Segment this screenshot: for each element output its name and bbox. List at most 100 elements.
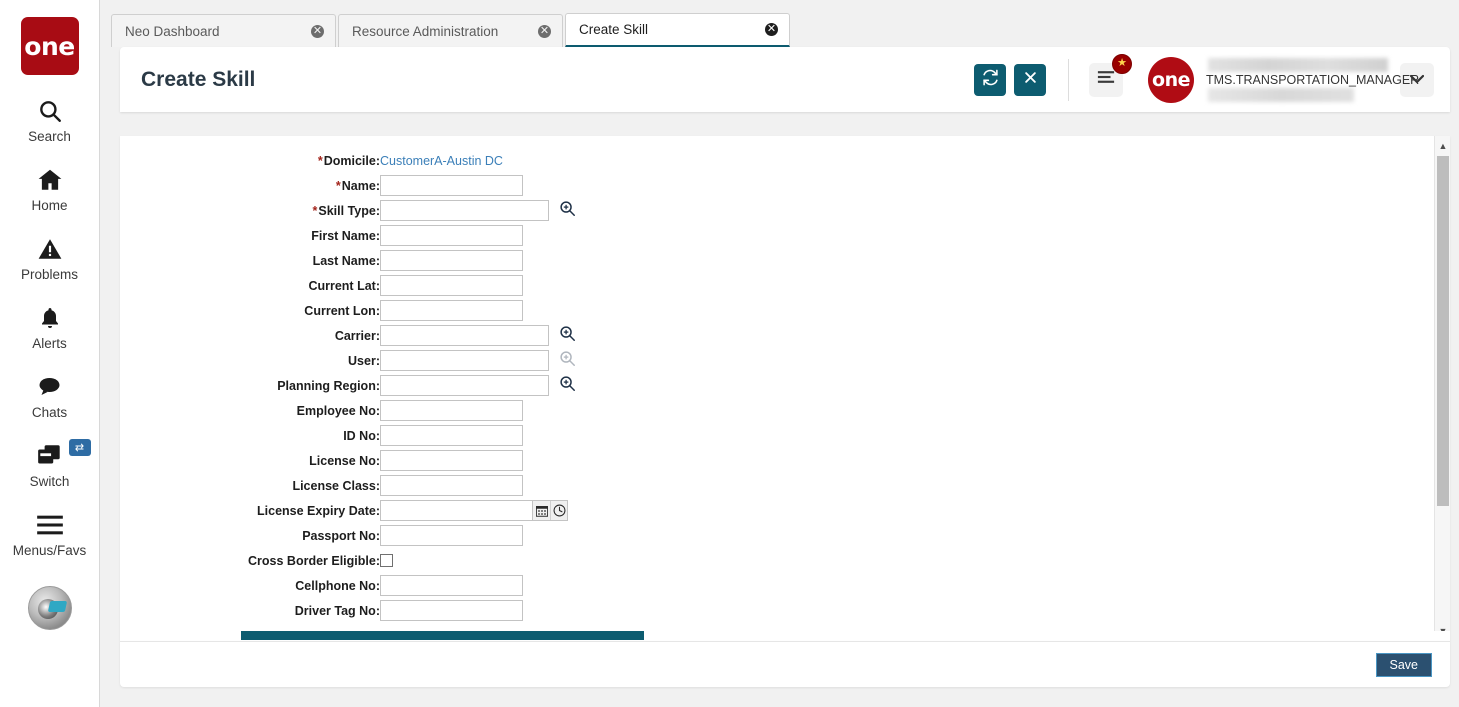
planning-region-input[interactable] (380, 375, 549, 397)
current-lat-input[interactable] (380, 275, 523, 296)
field-row-passport-no: Passport No: (120, 523, 577, 548)
magnifier-plus-icon[interactable] (559, 375, 577, 397)
field-label-cellphone-no: Cellphone No: (295, 578, 380, 593)
tab-create-skill[interactable]: Create Skill ✕ (565, 13, 790, 47)
calendar-icon[interactable] (533, 501, 550, 520)
field-row-employee-no: Employee No: (120, 398, 577, 423)
field-row-last-name: Last Name: (120, 248, 577, 273)
sidebar-item-chats[interactable]: Chats (0, 372, 100, 420)
magnifier-plus-icon[interactable] (559, 200, 577, 222)
label-text: Last Name (312, 253, 376, 268)
cross-border-eligible-checkbox[interactable] (380, 553, 393, 567)
hamburger-menu-icon (1097, 70, 1115, 89)
field-label-driver-tag-no: Driver Tag No: (294, 603, 380, 618)
tab-close-icon[interactable]: ✕ (311, 24, 324, 38)
form-scroll-area: *Domicile: CustomerA-Austin DC *Name: *S… (120, 136, 1420, 641)
page-header: Create Skill ★ one TMS.TRANSPORTATION_MA… (120, 47, 1450, 112)
label-text: License Class (292, 478, 376, 493)
employee-no-input[interactable] (380, 400, 523, 421)
field-row-id-no: ID No: (120, 423, 577, 448)
required-marker: * (317, 153, 323, 168)
tab-neo-dashboard[interactable]: Neo Dashboard ✕ (111, 14, 336, 47)
skill-type-input[interactable] (380, 200, 549, 222)
sidebar-item-switch[interactable]: ⇄ Switch (0, 439, 100, 489)
first-name-input[interactable] (380, 225, 523, 246)
sidebar-item-home[interactable]: Home (0, 165, 100, 213)
license-no-input[interactable] (380, 450, 523, 471)
carrier-input[interactable] (380, 325, 549, 347)
windows-switch-icon (36, 441, 64, 471)
field-row-skill-type: *Skill Type: (120, 198, 577, 223)
search-icon (37, 96, 63, 126)
field-row-license-expiry-date: License Expiry Date: (120, 498, 577, 523)
field-row-name: *Name: (120, 173, 577, 198)
user-info[interactable]: TMS.TRANSPORTATION_MANAGER (1206, 57, 1419, 103)
field-label-first-name: First Name: (311, 228, 380, 243)
menus-favorites-button[interactable]: ★ (1089, 53, 1132, 97)
switch-badge[interactable]: ⇄ (68, 439, 91, 456)
sidebar-item-alerts[interactable]: Alerts (0, 303, 100, 351)
sidebar-item-label: Chats (31, 405, 68, 420)
label-text: License No (309, 453, 376, 468)
tab-resource-administration[interactable]: Resource Administration ✕ (338, 14, 563, 47)
vertical-scrollbar-thumb[interactable] (1437, 156, 1449, 506)
save-button[interactable]: Save (1375, 652, 1432, 677)
label-text: Passport No (302, 528, 376, 543)
label-text: Cellphone No (295, 578, 376, 593)
horizontal-scrollbar[interactable] (120, 631, 1450, 641)
close-icon (1023, 70, 1038, 90)
domicile-link[interactable]: CustomerA-Austin DC (380, 154, 503, 168)
tab-label: Neo Dashboard (125, 23, 220, 39)
sidebar-item-search[interactable]: Search (0, 96, 100, 144)
create-skill-form: *Domicile: CustomerA-Austin DC *Name: *S… (120, 148, 577, 623)
sidebar-item-menus-favs[interactable]: Menus/Favs (0, 510, 100, 558)
brand-logo[interactable]: one (20, 17, 79, 75)
sidebar-item-problems[interactable]: Problems (0, 234, 100, 282)
label-text: Planning Region (277, 378, 376, 393)
tab-close-icon[interactable]: ✕ (538, 24, 551, 38)
horizontal-scrollbar-thumb[interactable] (241, 631, 644, 640)
license-expiry-date-input[interactable] (380, 500, 533, 521)
required-marker: * (335, 178, 341, 193)
label-text: First Name (311, 228, 376, 243)
scroll-up-arrow-icon[interactable]: ▲ (1435, 138, 1450, 154)
avatar[interactable] (27, 586, 72, 630)
name-input[interactable] (380, 175, 523, 196)
field-label-name: *Name: (335, 178, 380, 193)
user-name: TMS.TRANSPORTATION_MANAGER (1206, 72, 1420, 87)
passport-no-input[interactable] (380, 525, 523, 546)
field-row-cellphone-no: Cellphone No: (120, 573, 577, 598)
hamburger-icon (36, 510, 64, 540)
tab-close-icon[interactable]: ✕ (765, 23, 778, 36)
license-class-input[interactable] (380, 475, 523, 496)
field-row-user: User: (120, 348, 577, 373)
magnifier-plus-icon[interactable] (559, 325, 577, 347)
field-row-planning-region: Planning Region: (120, 373, 577, 398)
last-name-input[interactable] (380, 250, 523, 271)
label-text: Current Lon (304, 303, 376, 318)
user-input[interactable] (380, 350, 549, 372)
sidebar-item-label: Alerts (32, 336, 67, 351)
vertical-scrollbar[interactable]: ▲ ▼ (1434, 136, 1450, 641)
label-text: Cross Border Eligible (248, 553, 376, 568)
warning-triangle-icon (37, 234, 63, 264)
left-sidebar: one Search Home Problems Alerts Chats ⇄ … (0, 0, 100, 707)
id-no-input[interactable] (380, 425, 523, 446)
field-row-first-name: First Name: (120, 223, 577, 248)
tab-label: Create Skill (579, 22, 649, 37)
tab-bar: Neo Dashboard ✕ Resource Administration … (111, 13, 792, 47)
header-divider (1068, 58, 1069, 101)
refresh-button[interactable] (974, 63, 1006, 96)
header-brand-logo: one (1148, 56, 1194, 103)
field-label-user: User: (348, 353, 380, 368)
redacted-block-top (1208, 57, 1388, 72)
driver-tag-no-input[interactable] (380, 600, 523, 621)
field-row-carrier: Carrier: (120, 323, 577, 348)
form-card: *Domicile: CustomerA-Austin DC *Name: *S… (120, 136, 1450, 641)
close-button[interactable] (1014, 63, 1046, 96)
current-lon-input[interactable] (380, 300, 523, 321)
cellphone-no-input[interactable] (380, 575, 523, 596)
clock-icon[interactable] (550, 501, 567, 520)
date-time-picker-buttons (533, 500, 568, 521)
field-label-cross-border-eligible: Cross Border Eligible: (248, 553, 380, 568)
